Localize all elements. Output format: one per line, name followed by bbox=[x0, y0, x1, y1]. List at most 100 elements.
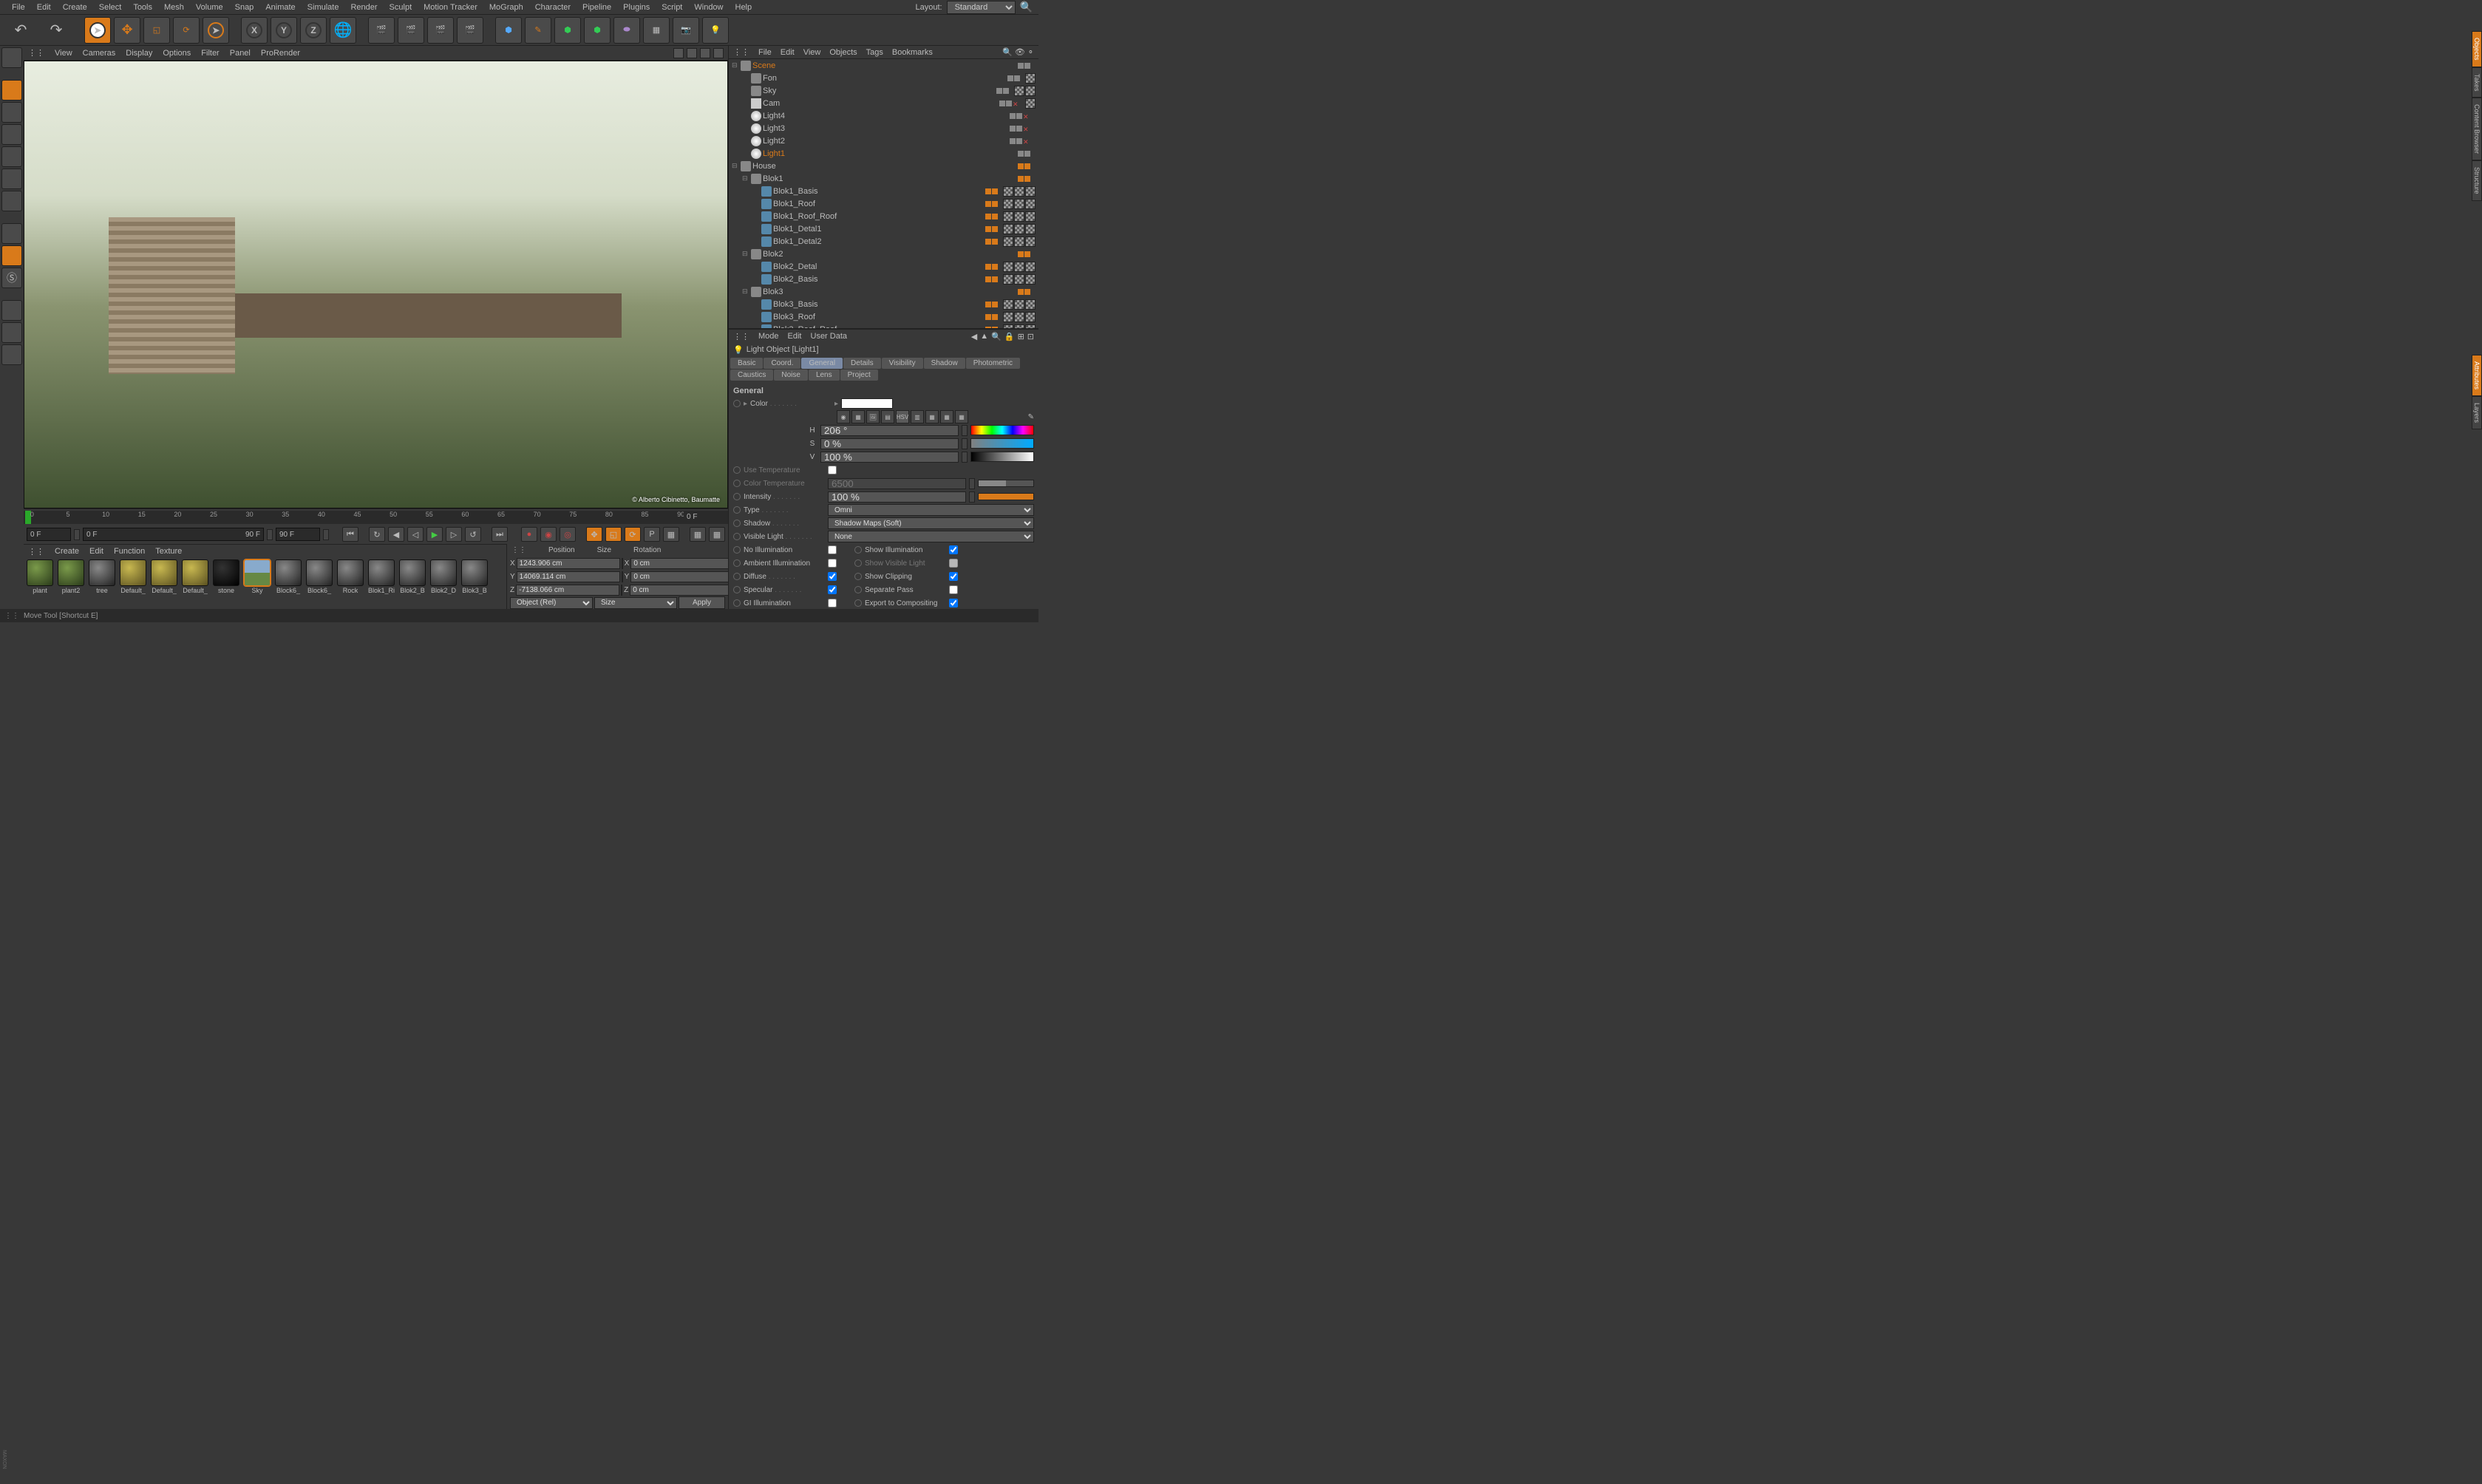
grip-icon[interactable]: ⋮⋮ bbox=[4, 612, 19, 620]
apply-button[interactable]: Apply bbox=[679, 596, 725, 609]
tree-item-Light3[interactable]: Light3✕ bbox=[729, 122, 1038, 135]
tree-item-Light2[interactable]: Light2✕ bbox=[729, 135, 1038, 147]
menu-edit[interactable]: Edit bbox=[781, 48, 795, 57]
material-Rock[interactable]: Rock bbox=[336, 559, 365, 607]
new-icon[interactable]: ⊞ bbox=[1018, 332, 1024, 341]
menu-tags[interactable]: Tags bbox=[866, 48, 883, 57]
menu-simulate[interactable]: Simulate bbox=[302, 3, 345, 12]
material-stone[interactable]: stone bbox=[211, 559, 241, 607]
step-back[interactable]: ◁ bbox=[407, 527, 424, 542]
size-X[interactable] bbox=[630, 558, 734, 569]
color-mode-rgb[interactable]: ▤ bbox=[881, 410, 894, 423]
layout-select[interactable]: Standard bbox=[947, 1, 1016, 14]
tree-item-Blok1_Roof_Roof[interactable]: Blok1_Roof_Roof bbox=[729, 210, 1038, 222]
color-mode-image[interactable]: 🖼 bbox=[866, 410, 880, 423]
show-clip-check[interactable] bbox=[949, 572, 958, 581]
tree-item-Scene[interactable]: ⊟Scene bbox=[729, 59, 1038, 72]
material-Default_[interactable]: Default_ bbox=[118, 559, 148, 607]
menu-pipeline[interactable]: Pipeline bbox=[577, 3, 617, 12]
material-Blok1_Ri[interactable]: Blok1_Ri bbox=[367, 559, 396, 607]
range-start-field[interactable]: 0 F bbox=[27, 528, 71, 541]
menu-filter[interactable]: Filter bbox=[201, 49, 219, 58]
vp-icon-3[interactable] bbox=[700, 48, 710, 58]
nav-up-icon[interactable]: ▲ bbox=[980, 332, 988, 341]
tree-item-Blok2_Basis[interactable]: Blok2_Basis bbox=[729, 273, 1038, 285]
om-filter-icon[interactable]: ⚬ bbox=[1027, 47, 1034, 57]
intensity-field[interactable] bbox=[828, 491, 966, 503]
coord-system[interactable]: 🌐 bbox=[330, 17, 356, 44]
undo-button[interactable]: ↶ bbox=[4, 18, 37, 42]
tree-item-Sky[interactable]: Sky bbox=[729, 84, 1038, 97]
menu-cameras[interactable]: Cameras bbox=[83, 49, 116, 58]
coord-mode-select[interactable]: Object (Rel) bbox=[510, 597, 593, 609]
y-axis-toggle[interactable]: Y bbox=[271, 17, 297, 44]
lock-icon[interactable]: 🔒 bbox=[1004, 332, 1015, 341]
menu-options[interactable]: Options bbox=[163, 49, 191, 58]
menu-select[interactable]: Select bbox=[93, 3, 128, 12]
go-end[interactable]: ⏭ bbox=[492, 527, 508, 542]
prev-frame[interactable]: ◀ bbox=[388, 527, 404, 542]
move-tool[interactable]: ✥ bbox=[114, 17, 140, 44]
color-mode-wheel[interactable]: ◉ bbox=[837, 410, 850, 423]
size-Z[interactable] bbox=[630, 585, 733, 596]
tab-general[interactable]: General bbox=[801, 358, 843, 369]
key-mode[interactable]: ▦ bbox=[690, 527, 706, 542]
menu-edit[interactable]: Edit bbox=[31, 3, 57, 12]
add-light[interactable]: 💡 bbox=[702, 17, 729, 44]
material-Block6_[interactable]: Block6_ bbox=[273, 559, 303, 607]
vp-icon-2[interactable] bbox=[687, 48, 697, 58]
x-axis-toggle[interactable]: X bbox=[241, 17, 268, 44]
grip-icon[interactable]: ⋮⋮ bbox=[733, 47, 749, 57]
add-camera[interactable]: ▦ bbox=[643, 17, 670, 44]
panel-tab-objects[interactable]: Objects bbox=[2472, 31, 2482, 67]
z-axis-toggle[interactable]: Z bbox=[300, 17, 327, 44]
size-Y[interactable] bbox=[630, 571, 734, 582]
step-fwd[interactable]: ▷ bbox=[446, 527, 462, 542]
diffuse-check[interactable] bbox=[828, 572, 837, 581]
spinner[interactable] bbox=[323, 529, 329, 540]
point-mode[interactable] bbox=[1, 146, 22, 167]
tree-item-Blok3_Roof_Roof[interactable]: Blok3_Roof_Roof bbox=[729, 323, 1038, 328]
temp-slider[interactable] bbox=[978, 480, 1034, 487]
render-view[interactable]: 🎬 bbox=[368, 17, 395, 44]
material-Sky[interactable]: Sky bbox=[242, 559, 272, 607]
eyedropper-icon[interactable]: ✎ bbox=[1028, 413, 1034, 421]
rot-key[interactable]: ⟳ bbox=[625, 527, 641, 542]
menu-mesh[interactable]: Mesh bbox=[158, 3, 190, 12]
tree-item-Blok1_Roof[interactable]: Blok1_Roof bbox=[729, 197, 1038, 210]
tab-photometric[interactable]: Photometric bbox=[966, 358, 1020, 369]
object-manager-tree[interactable]: ⊟SceneFonSkyCam✕Light4✕Light3✕Light2✕Lig… bbox=[729, 59, 1038, 328]
pos-key[interactable]: ✥ bbox=[586, 527, 602, 542]
add-spline[interactable]: ✎ bbox=[525, 17, 551, 44]
grip-icon[interactable]: ⋮⋮ bbox=[28, 547, 44, 556]
menu-edit[interactable]: Edit bbox=[89, 547, 103, 556]
edge-mode[interactable] bbox=[1, 169, 22, 189]
live-select-tool[interactable]: ➤ bbox=[84, 17, 111, 44]
menu-texture[interactable]: Texture bbox=[155, 547, 182, 556]
tweak-mode[interactable] bbox=[1, 245, 22, 266]
timeline-end-field[interactable]: 0 F bbox=[684, 511, 728, 524]
prev-key[interactable]: ↻ bbox=[369, 527, 385, 542]
menu-motion-tracker[interactable]: Motion Tracker bbox=[418, 3, 483, 12]
scale-key[interactable]: ◱ bbox=[605, 527, 622, 542]
size-mode-select[interactable]: Size bbox=[594, 597, 677, 609]
material-Blok3_B[interactable]: Blok3_B bbox=[460, 559, 489, 607]
val-slider[interactable] bbox=[970, 452, 1034, 462]
tab-coord[interactable]: Coord. bbox=[764, 358, 800, 369]
rotate-tool[interactable]: ⟳ bbox=[173, 17, 200, 44]
grip-icon[interactable]: ⋮⋮ bbox=[28, 48, 44, 58]
material-plant[interactable]: plant bbox=[25, 559, 55, 607]
menu-function[interactable]: Function bbox=[114, 547, 145, 556]
texture-mode[interactable] bbox=[1, 102, 22, 123]
panel-tab-content-browser[interactable]: Content Browser bbox=[2472, 98, 2482, 160]
model-mode[interactable] bbox=[1, 80, 22, 101]
color-mode-hsv[interactable]: HSV bbox=[896, 410, 909, 423]
current-frame-field[interactable]: 90 F bbox=[276, 528, 320, 541]
menu-objects[interactable]: Objects bbox=[829, 48, 857, 57]
menu-snap[interactable]: Snap bbox=[229, 3, 260, 12]
add-cube[interactable]: ⬢ bbox=[495, 17, 522, 44]
tab-shadow[interactable]: Shadow bbox=[924, 358, 965, 369]
show-illum-check[interactable] bbox=[949, 545, 958, 554]
polygon-mode[interactable] bbox=[1, 191, 22, 211]
menu-display[interactable]: Display bbox=[126, 49, 152, 58]
